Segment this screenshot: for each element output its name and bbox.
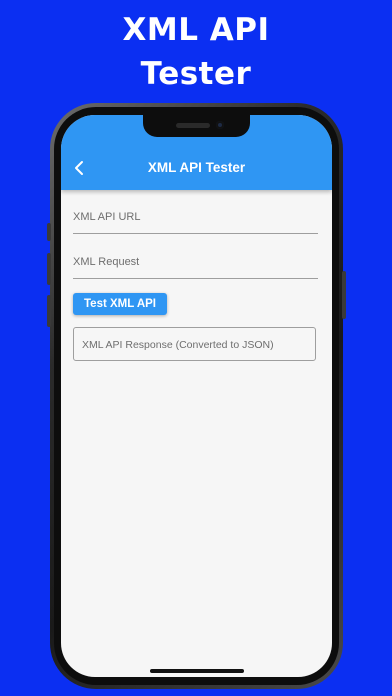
xml-api-response-field[interactable]: XML API Response (Converted to JSON) — [73, 327, 316, 361]
xml-request-placeholder: XML Request — [73, 256, 140, 268]
app-bar: XML API Tester — [61, 115, 332, 190]
phone-notch — [143, 115, 250, 137]
promo-title-line-2: Tester — [140, 56, 252, 92]
promo-screenshot: XML API Tester XML API Tester XML API UR… — [0, 0, 392, 696]
home-indicator[interactable] — [150, 669, 244, 673]
phone-side-button-volume-up — [47, 253, 51, 285]
phone-frame: XML API Tester XML API URL XML Request T… — [47, 103, 346, 689]
promo-title: XML API Tester — [0, 8, 392, 96]
test-xml-api-button[interactable]: Test XML API — [73, 293, 167, 315]
xml-api-url-placeholder: XML API URL — [73, 211, 141, 223]
phone-side-button-power — [342, 271, 346, 319]
speaker-grille — [176, 123, 210, 128]
phone-side-button-volume-down — [47, 295, 51, 327]
app-screen: XML API Tester XML API URL XML Request T… — [61, 115, 332, 677]
front-camera-icon — [216, 121, 224, 129]
page-title: XML API Tester — [147, 160, 246, 175]
phone-side-button-silent — [47, 223, 51, 241]
xml-request-field[interactable]: XML Request — [73, 252, 318, 279]
promo-title-line-1: XML API — [122, 12, 270, 48]
xml-api-url-field[interactable]: XML API URL — [73, 207, 318, 234]
